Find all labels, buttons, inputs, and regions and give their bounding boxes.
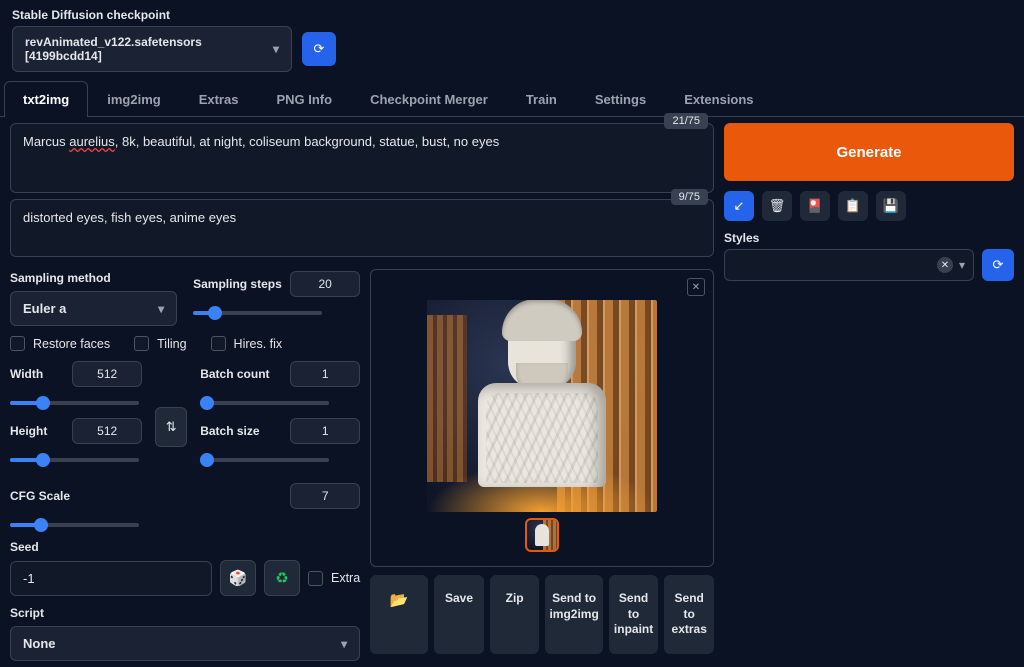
tab-img2img[interactable]: img2img — [88, 81, 179, 117]
clipboard-icon: 📋 — [845, 198, 861, 214]
arrow-tool-button[interactable]: ↙ — [724, 191, 754, 221]
hires-fix-checkbox[interactable]: Hires. fix — [211, 336, 283, 351]
width-slider[interactable] — [10, 401, 139, 405]
seed-label: Seed — [10, 540, 360, 554]
output-image[interactable] — [427, 300, 657, 512]
card-tool-button[interactable]: 🎴 — [800, 191, 830, 221]
height-value[interactable]: 512 — [72, 418, 142, 444]
sampling-method-select[interactable]: Euler a ▾ — [10, 291, 177, 326]
sampling-method-label: Sampling method — [10, 271, 177, 285]
dice-icon: 🎲 — [229, 569, 248, 587]
styles-label: Styles — [724, 231, 1014, 245]
send-img2img-button[interactable]: Send to img2img — [545, 575, 602, 654]
tab-extras[interactable]: Extras — [180, 81, 258, 117]
checkpoint-label: Stable Diffusion checkpoint — [12, 8, 1012, 22]
seed-input[interactable] — [10, 561, 212, 596]
tab-pnginfo[interactable]: PNG Info — [257, 81, 351, 117]
arrow-icon: ↙ — [734, 198, 745, 214]
checkpoint-select[interactable]: revAnimated_v122.safetensors [4199bcdd14… — [12, 26, 292, 72]
width-label: Width — [10, 367, 43, 381]
script-select[interactable]: None ▾ — [10, 626, 360, 661]
close-preview-button[interactable]: ✕ — [687, 278, 705, 296]
chevron-down-icon: ▾ — [959, 258, 965, 272]
refresh-checkpoint-button[interactable]: ⟳ — [302, 32, 336, 66]
width-value[interactable]: 512 — [72, 361, 142, 387]
sampling-steps-value[interactable]: 20 — [290, 271, 360, 297]
neg-prompt-token-count: 9/75 — [671, 189, 708, 205]
tab-extensions[interactable]: Extensions — [665, 81, 772, 117]
zip-button[interactable]: Zip — [490, 575, 540, 654]
checkpoint-value: revAnimated_v122.safetensors [4199bcdd14… — [25, 35, 273, 63]
save-tool-button[interactable]: 💾 — [876, 191, 906, 221]
clear-icon[interactable]: ✕ — [937, 257, 953, 273]
cfg-slider[interactable] — [10, 523, 139, 527]
batch-size-value[interactable]: 1 — [290, 418, 360, 444]
styles-select[interactable]: ✕ ▾ — [724, 249, 974, 281]
card-icon: 🎴 — [807, 198, 823, 214]
preview-panel: ✕ — [370, 269, 714, 567]
trash-tool-button[interactable]: 🗑 — [762, 191, 792, 221]
batch-size-label: Batch size — [200, 424, 259, 438]
seed-extra-checkbox[interactable]: Extra — [308, 571, 360, 586]
prompt-input[interactable]: Marcus aurelius, 8k, beautiful, at night… — [10, 123, 714, 193]
send-extras-button[interactable]: Send to extras — [664, 575, 714, 654]
batch-count-label: Batch count — [200, 367, 269, 381]
tab-txt2img[interactable]: txt2img — [4, 81, 88, 117]
tab-settings[interactable]: Settings — [576, 81, 665, 117]
refresh-icon: ⟳ — [314, 41, 325, 57]
refresh-styles-button[interactable]: ⟳ — [982, 249, 1014, 281]
negative-prompt-input[interactable]: distorted eyes, fish eyes, anime eyes — [10, 199, 714, 257]
swap-dims-button[interactable]: ⇅ — [155, 407, 187, 447]
floppy-icon: 💾 — [883, 198, 899, 214]
chevron-down-icon: ▾ — [158, 302, 164, 316]
batch-size-slider[interactable] — [200, 458, 329, 462]
seed-reuse-button[interactable]: ♻ — [264, 560, 300, 596]
send-inpaint-button[interactable]: Send to inpaint — [609, 575, 659, 654]
swap-icon: ⇅ — [166, 419, 177, 435]
batch-count-slider[interactable] — [200, 401, 329, 405]
chevron-down-icon: ▾ — [341, 637, 347, 651]
prompt-token-count: 21/75 — [664, 113, 708, 129]
close-icon: ✕ — [692, 282, 700, 293]
tab-checkpoint-merger[interactable]: Checkpoint Merger — [351, 81, 507, 117]
clipboard-tool-button[interactable]: 📋 — [838, 191, 868, 221]
save-button[interactable]: Save — [434, 575, 484, 654]
chevron-down-icon: ▾ — [273, 42, 279, 56]
main-tabs: txt2img img2img Extras PNG Info Checkpoi… — [0, 76, 1024, 117]
height-slider[interactable] — [10, 458, 139, 462]
sampling-steps-label: Sampling steps — [193, 277, 282, 291]
refresh-icon: ⟳ — [993, 257, 1004, 273]
batch-count-value[interactable]: 1 — [290, 361, 360, 387]
folder-icon: 📂 — [390, 592, 409, 609]
seed-random-button[interactable]: 🎲 — [220, 560, 256, 596]
tab-train[interactable]: Train — [507, 81, 576, 117]
script-label: Script — [10, 606, 360, 620]
generate-button[interactable]: Generate — [724, 123, 1014, 181]
restore-faces-checkbox[interactable]: Restore faces — [10, 336, 110, 351]
sampling-steps-slider[interactable] — [193, 311, 322, 315]
cfg-label: CFG Scale — [10, 489, 70, 503]
height-label: Height — [10, 424, 47, 438]
recycle-icon: ♻ — [275, 569, 288, 587]
open-folder-button[interactable]: 📂 — [370, 575, 428, 654]
trash-icon: 🗑 — [769, 198, 786, 214]
tiling-checkbox[interactable]: Tiling — [134, 336, 186, 351]
cfg-value[interactable]: 7 — [290, 483, 360, 509]
output-thumbnail[interactable] — [525, 518, 559, 552]
